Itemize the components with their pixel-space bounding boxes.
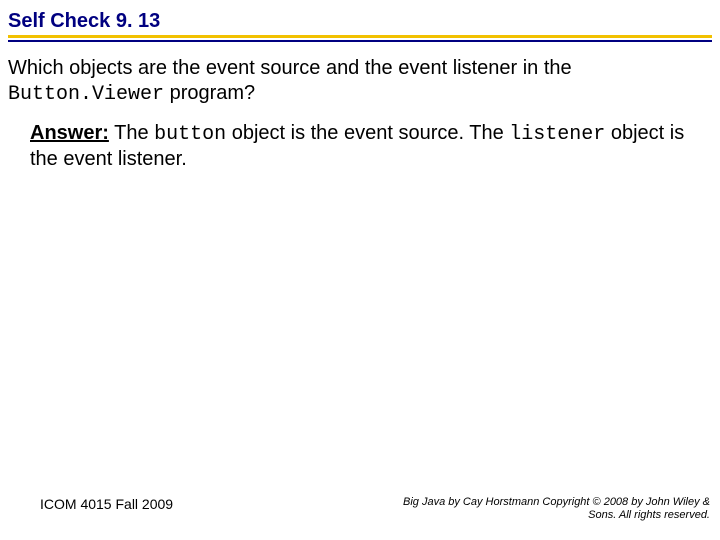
answer-code1: button: [154, 123, 226, 146]
question-part1: Which objects are the event source and t…: [8, 57, 572, 79]
answer-code2: listener: [509, 123, 605, 146]
answer-t1: The: [109, 122, 154, 144]
slide-title: Self Check 9. 13: [8, 10, 712, 33]
answer-text: Answer: The button object is the event s…: [8, 121, 712, 172]
slide-footer: ICOM 4015 Fall 2009 Big Java by Cay Hors…: [0, 496, 720, 522]
answer-t2: object is the event source. The: [226, 122, 509, 144]
divider-navy: [8, 40, 712, 42]
question-text: Which objects are the event source and t…: [8, 56, 712, 107]
question-code: Button.Viewer: [8, 83, 164, 106]
footer-course: ICOM 4015 Fall 2009: [40, 496, 173, 512]
question-part2: program?: [164, 82, 255, 104]
slide-content: Which objects are the event source and t…: [0, 46, 720, 172]
answer-label: Answer:: [30, 122, 109, 144]
divider-yellow: [8, 35, 712, 38]
footer-copyright: Big Java by Cay Horstmann Copyright © 20…: [400, 496, 710, 522]
slide-header: Self Check 9. 13: [0, 0, 720, 46]
